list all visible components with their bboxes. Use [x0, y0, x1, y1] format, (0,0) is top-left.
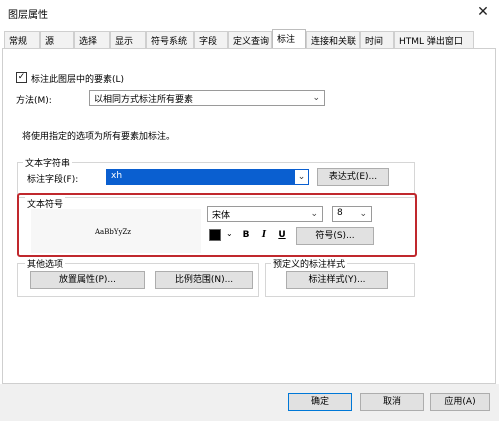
predefined-styles-group-title: 预定义的标注样式	[271, 257, 348, 270]
tab-html-popup[interactable]: HTML 弹出窗口	[394, 31, 474, 49]
method-select[interactable]: 以相同方式标注所有要素 ⌄	[89, 90, 325, 106]
label-features-checkbox[interactable]: ✓	[16, 72, 27, 83]
tab-source[interactable]: 源	[40, 31, 74, 49]
symbol-button[interactable]: 符号(S)...	[296, 227, 374, 245]
placement-properties-button[interactable]: 放置属性(P)...	[30, 271, 145, 289]
chevron-down-icon: ⌄	[359, 209, 367, 219]
font-size-select[interactable]: 8 ⌄	[332, 206, 372, 222]
tab-definition-query[interactable]: 定义查询	[228, 31, 272, 49]
ok-button[interactable]: 确定	[288, 393, 352, 411]
tab-labels[interactable]: 标注	[272, 29, 306, 50]
italic-button[interactable]: I	[257, 228, 271, 242]
label-field-select[interactable]: xh ⌄	[106, 169, 309, 185]
symbol-preview-text: AaBbYyZz	[95, 228, 131, 236]
tab-selection[interactable]: 选择	[74, 31, 110, 49]
chevron-down-icon: ⌄	[295, 170, 308, 184]
tab-joins-relates[interactable]: 连接和关联	[306, 31, 360, 49]
font-size-value: 8	[337, 208, 343, 218]
font-value: 宋体	[212, 211, 231, 221]
close-icon[interactable]: ✕	[473, 2, 493, 22]
other-options-group-title: 其他选项	[25, 257, 66, 270]
apply-button[interactable]: 应用(A)	[430, 393, 490, 411]
method-label: 方法(M):	[16, 96, 52, 106]
bold-button[interactable]: B	[239, 228, 253, 242]
labels-tab-panel: ✓ 标注此图层中的要素(L) 方法(M): 以相同方式标注所有要素 ⌄ 将使用指…	[2, 48, 496, 384]
tab-display[interactable]: 显示	[110, 31, 146, 49]
tab-symbology[interactable]: 符号系统	[146, 31, 194, 49]
label-features-checkbox-label: 标注此图层中的要素(L)	[31, 75, 125, 85]
font-select[interactable]: 宋体 ⌄	[207, 206, 323, 222]
method-value: 以相同方式标注所有要素	[94, 95, 194, 105]
dialog-footer: 确定 取消 应用(A)	[0, 384, 499, 421]
tab-bar: 常规 源 选择 显示 符号系统 字段 定义查询 标注 连接和关联 时间 HTML…	[0, 29, 499, 50]
chevron-down-icon: ⌄	[310, 209, 318, 219]
text-string-group-title: 文本字符串	[23, 156, 73, 169]
underline-button[interactable]: U	[275, 228, 289, 242]
tab-fields[interactable]: 字段	[194, 31, 228, 49]
window-title: 图层属性	[8, 10, 48, 21]
title-bar: 图层属性 ✕	[0, 0, 499, 25]
tab-time[interactable]: 时间	[360, 31, 394, 49]
expression-button[interactable]: 表达式(E)...	[317, 168, 389, 186]
label-field-value: xh	[111, 171, 123, 181]
label-field-label: 标注字段(F):	[27, 175, 79, 185]
chevron-down-icon: ⌄	[312, 93, 320, 103]
color-dropdown-icon[interactable]: ⌄	[226, 229, 233, 238]
info-text: 将使用指定的选项为所有要素加标注。	[22, 132, 176, 142]
cancel-button[interactable]: 取消	[360, 393, 424, 411]
color-swatch[interactable]	[209, 229, 221, 241]
scale-range-button[interactable]: 比例范围(N)...	[155, 271, 253, 289]
tab-general[interactable]: 常规	[4, 31, 40, 49]
symbol-preview: AaBbYyZz	[31, 209, 201, 253]
check-icon: ✓	[17, 72, 26, 82]
label-styles-button[interactable]: 标注样式(Y)...	[286, 271, 388, 289]
